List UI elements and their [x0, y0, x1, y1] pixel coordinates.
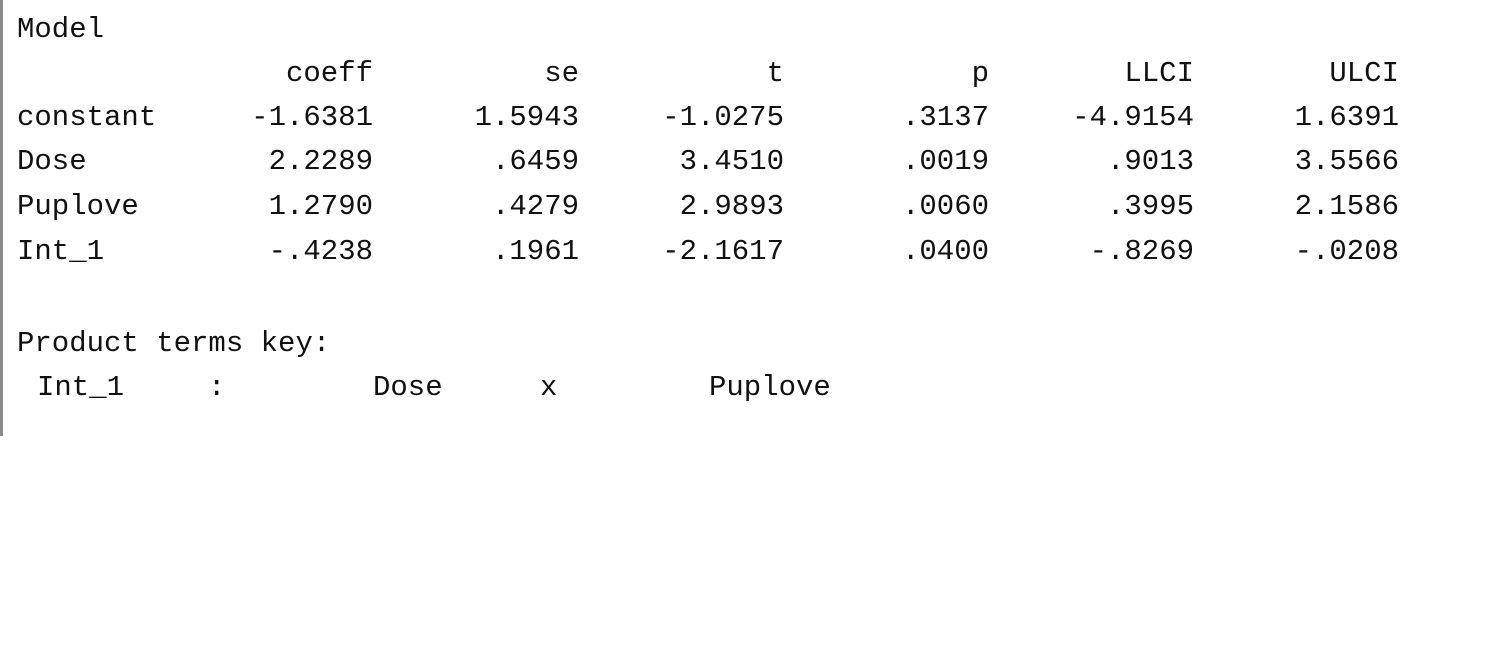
- cell-p: .0019: [901, 145, 989, 178]
- cell-p: .0060: [901, 190, 989, 223]
- output-panel: Model coeff se t p LLCI ULCI constant -1…: [0, 0, 1486, 436]
- output-line-title: Model: [3, 10, 104, 50]
- cell-llci: -.8269: [1089, 235, 1194, 268]
- product-term-var2: Puplove: [709, 371, 831, 404]
- cell-p: .0400: [901, 235, 989, 268]
- product-term-name: Int_1: [37, 371, 125, 404]
- cell-coeff: 1.2790: [268, 190, 373, 223]
- column-header-t: t: [766, 57, 784, 90]
- row-label: constant: [17, 101, 157, 134]
- cell-ulci: -.0208: [1294, 235, 1399, 268]
- row-label: Puplove: [17, 190, 139, 223]
- cell-coeff: -1.6381: [251, 101, 373, 134]
- cell-p: .3137: [901, 101, 989, 134]
- table-row: Int_1 -.4238 .1961 -2.1617 .0400 -.8269 …: [3, 232, 1399, 272]
- table-row: constant -1.6381 1.5943 -1.0275 .3137 -4…: [3, 98, 1399, 138]
- cell-se: .1961: [491, 235, 579, 268]
- cell-llci: -4.9154: [1072, 101, 1194, 134]
- column-header-ulci: ULCI: [1329, 57, 1399, 90]
- cell-ulci: 1.6391: [1294, 101, 1399, 134]
- cell-coeff: -.4238: [268, 235, 373, 268]
- cell-se: .4279: [491, 190, 579, 223]
- column-header-se: se: [544, 57, 579, 90]
- cell-se: 1.5943: [474, 101, 579, 134]
- cell-t: 2.9893: [679, 190, 784, 223]
- section-title: Model: [17, 13, 105, 46]
- table-row: Dose 2.2289 .6459 3.4510 .0019 .9013 3.5…: [3, 142, 1399, 182]
- product-term-operator: x: [540, 371, 558, 404]
- cell-llci: .9013: [1106, 145, 1194, 178]
- column-header-coeff: coeff: [285, 57, 373, 90]
- product-terms-heading-line: Product terms key:: [3, 324, 330, 364]
- table-header-row: coeff se t p LLCI ULCI: [3, 54, 1399, 94]
- cell-t: -1.0275: [662, 101, 784, 134]
- cell-llci: .3995: [1106, 190, 1194, 223]
- table-row: Puplove 1.2790 .4279 2.9893 .0060 .3995 …: [3, 187, 1399, 227]
- product-term-separator: :: [208, 371, 226, 404]
- row-label: Int_1: [17, 235, 105, 268]
- cell-t: -2.1617: [662, 235, 784, 268]
- column-header-llci: LLCI: [1124, 57, 1194, 90]
- cell-ulci: 3.5566: [1294, 145, 1399, 178]
- product-terms-heading: Product terms key:: [17, 327, 331, 360]
- product-term-var1: Dose: [373, 371, 443, 404]
- product-terms-row: Int_1 : Dose x Puplove: [3, 368, 831, 408]
- cell-se: .6459: [491, 145, 579, 178]
- cell-t: 3.4510: [679, 145, 784, 178]
- column-header-p: p: [971, 57, 989, 90]
- cell-ulci: 2.1586: [1294, 190, 1399, 223]
- cell-coeff: 2.2289: [268, 145, 373, 178]
- row-label: Dose: [17, 145, 87, 178]
